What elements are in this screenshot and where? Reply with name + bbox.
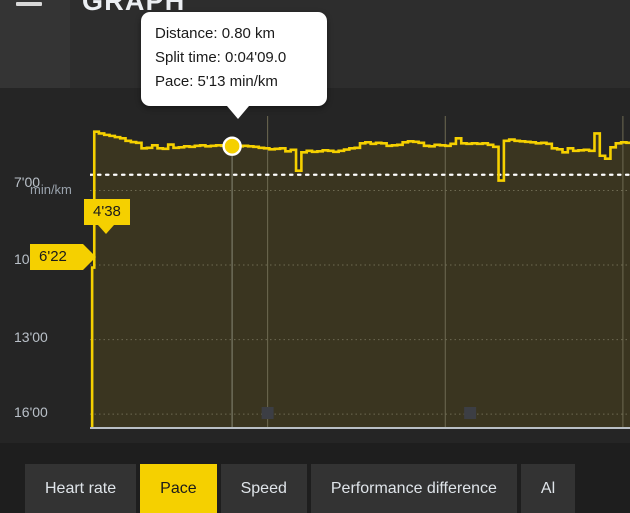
metric-tabs: Heart rate Pace Speed Performance differenc… — [25, 464, 576, 513]
tab-al[interactable]: Al — [520, 464, 576, 513]
tooltip-split-time: Split time: 0:04'09.0 — [155, 49, 287, 66]
y-tick-label: 7'00 — [14, 174, 41, 190]
data-point-tooltip: Distance: 0.80 km Split time: 0:04'09.0 … — [141, 12, 327, 119]
tab-performance-difference[interactable]: Performance difference — [310, 464, 517, 513]
tooltip-distance: Distance: 0.80 km — [155, 25, 276, 42]
tab-label: Al — [540, 479, 556, 497]
metric-tab-bar: Heart rate Pace Speed Performance differenc… — [0, 443, 630, 513]
average-pace-badge: 6'22 — [30, 244, 96, 270]
tab-label: Heart rate — [45, 479, 117, 497]
max-pace-badge: 4'38 — [84, 199, 130, 234]
tab-label: Pace — [160, 479, 197, 497]
tab-speed[interactable]: Speed — [220, 464, 307, 513]
minus-icon[interactable] — [16, 2, 42, 6]
lap-marker[interactable] — [261, 407, 274, 419]
tab-label: Performance difference — [330, 479, 497, 497]
lap-marker[interactable] — [464, 407, 477, 419]
tab-pace[interactable]: Pace — [140, 464, 217, 513]
plot-region[interactable] — [90, 116, 630, 429]
y-tick-label: 13'00 — [14, 329, 48, 345]
cursor-point[interactable] — [222, 136, 242, 156]
graph-screen: GRAPH min/km 7'00 10'00 13'00 16'00 — [0, 0, 630, 513]
header-left-pane — [0, 0, 70, 88]
y-tick-label: 16'00 — [14, 404, 48, 420]
pace-area-chart[interactable] — [90, 116, 630, 429]
chart-area[interactable]: min/km 7'00 10'00 13'00 16'00 — [0, 88, 630, 513]
tooltip-pace: Pace: 5'13 min/km — [155, 73, 278, 90]
tab-heart-rate[interactable]: Heart rate — [25, 464, 137, 513]
tab-label: Speed — [240, 479, 287, 497]
